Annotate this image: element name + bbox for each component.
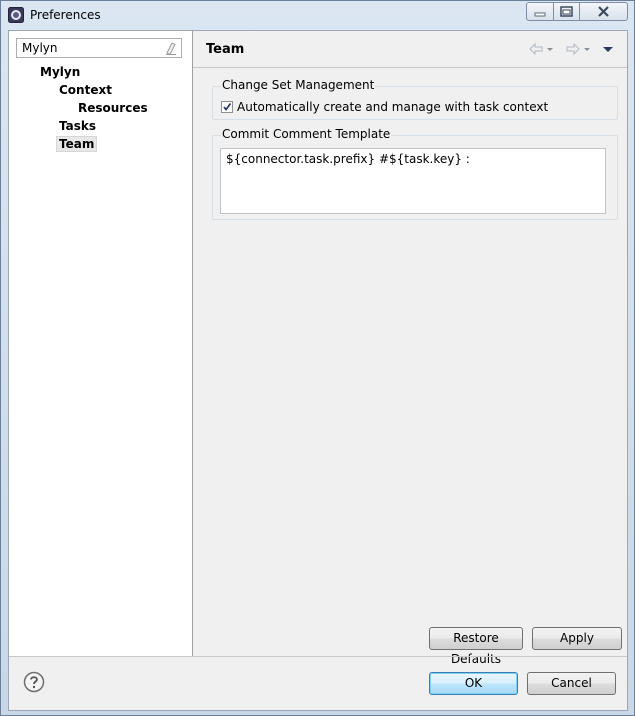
checkmark-icon bbox=[223, 102, 232, 111]
title-bar[interactable]: Preferences bbox=[1, 1, 634, 31]
tree-item-context[interactable]: Context bbox=[59, 83, 112, 97]
auto-change-set-label[interactable]: Automatically create and manage with tas… bbox=[237, 100, 548, 114]
commit-template-group-label: Commit Comment Template bbox=[221, 127, 392, 141]
preferences-window: Preferences Mylyn Mylyn Context Resource… bbox=[0, 0, 635, 716]
restore-defaults-button[interactable]: Restore Defaults bbox=[429, 627, 523, 666]
minimize-button[interactable] bbox=[526, 2, 554, 21]
view-menu-icon[interactable] bbox=[601, 41, 615, 57]
forward-arrow-icon[interactable] bbox=[565, 41, 581, 57]
eraser-icon[interactable] bbox=[165, 41, 177, 55]
filter-input[interactable]: Mylyn bbox=[16, 38, 182, 58]
change-set-management-group: Change Set Management Automatically crea… bbox=[212, 78, 618, 120]
close-icon bbox=[598, 6, 609, 17]
button-bar-separator bbox=[9, 656, 627, 657]
preference-tree-pane: Mylyn Mylyn Context Resources Tasks Team bbox=[9, 31, 193, 656]
chevron-down-icon[interactable] bbox=[545, 41, 555, 57]
tree-item-resources[interactable]: Resources bbox=[78, 101, 148, 115]
filter-text: Mylyn bbox=[22, 41, 58, 55]
minimize-icon bbox=[534, 12, 546, 17]
header-separator bbox=[193, 67, 627, 68]
tree-item-mylyn[interactable]: Mylyn bbox=[40, 65, 80, 79]
back-arrow-icon[interactable] bbox=[528, 41, 544, 57]
help-icon[interactable] bbox=[23, 671, 45, 693]
auto-change-set-checkbox[interactable] bbox=[221, 101, 233, 113]
close-button[interactable] bbox=[579, 2, 628, 21]
commit-template-text: ${connector.task.prefix} #${task.key} : bbox=[226, 152, 470, 166]
cancel-button[interactable]: Cancel bbox=[527, 672, 616, 695]
dialog-client-area: Mylyn Mylyn Context Resources Tasks Team… bbox=[8, 30, 628, 711]
apply-button[interactable]: Apply bbox=[532, 627, 622, 650]
maximize-button[interactable] bbox=[553, 2, 580, 21]
chevron-down-icon[interactable] bbox=[582, 41, 592, 57]
tree-item-tasks[interactable]: Tasks bbox=[59, 119, 96, 133]
eclipse-app-icon bbox=[8, 7, 24, 23]
change-set-group-label: Change Set Management bbox=[221, 78, 376, 92]
commit-template-textarea[interactable]: ${connector.task.prefix} #${task.key} : bbox=[220, 148, 606, 214]
ok-button[interactable]: OK bbox=[429, 672, 518, 695]
commit-comment-template-group: Commit Comment Template ${connector.task… bbox=[212, 127, 618, 220]
preference-page: Team Change Set Management Automatically… bbox=[193, 31, 627, 666]
tree-item-team[interactable]: Team bbox=[56, 136, 98, 152]
window-title: Preferences bbox=[30, 8, 101, 22]
page-title: Team bbox=[206, 42, 245, 57]
maximize-icon bbox=[560, 6, 573, 17]
